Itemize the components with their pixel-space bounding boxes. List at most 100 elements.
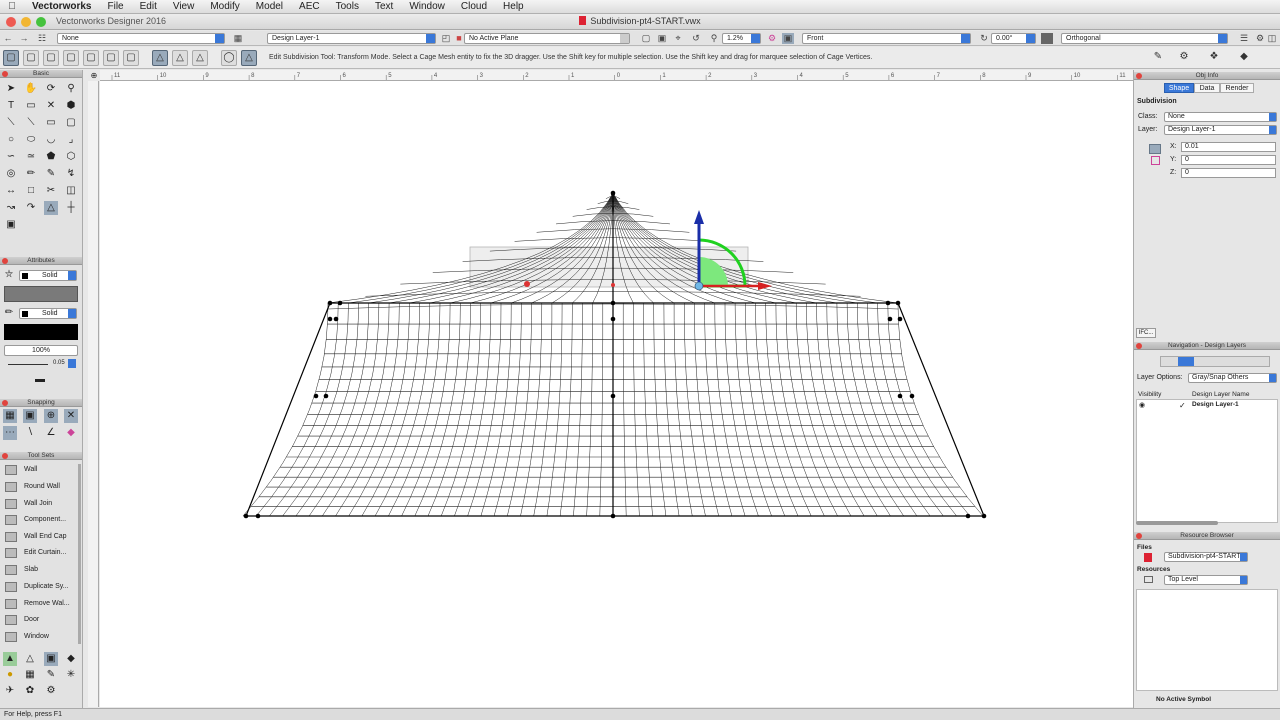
resource-list[interactable] [1136, 589, 1278, 691]
tab-shape[interactable]: Shape [1164, 83, 1194, 93]
opacity-field[interactable]: 100% [4, 345, 78, 356]
flyover-icon[interactable]: ✎ [1150, 50, 1166, 66]
line-tool-icon[interactable]: ⟍ [4, 116, 18, 130]
position-anchor-icon[interactable] [1151, 156, 1160, 165]
close-icon[interactable] [2, 453, 8, 459]
spiral-tool-icon[interactable]: ◎ [4, 167, 18, 181]
z-field[interactable]: 0 [1181, 168, 1276, 178]
fit-icon[interactable]: ▣ [656, 33, 668, 44]
close-icon[interactable] [1136, 343, 1142, 349]
reshape-tool-icon[interactable]: ↯ [64, 167, 78, 181]
design-layer-row-name[interactable]: Design Layer-1 [1192, 401, 1239, 408]
snap-to-intersection-icon[interactable]: ✕ [64, 409, 78, 423]
zoom-extents-icon[interactable]: ⌖ [672, 33, 684, 44]
rotation-field[interactable]: 0.00° [991, 33, 1036, 44]
tool-round-wall[interactable]: Round Wall [2, 479, 76, 495]
page-icon[interactable]: ▢ [640, 33, 652, 44]
connect-tool-icon[interactable]: ┼ [64, 201, 78, 215]
3d-box-position-icon[interactable] [1149, 144, 1161, 154]
layer-select[interactable]: Design Layer-1 [267, 33, 436, 44]
quarter-arc-tool-icon[interactable]: ⌟ [64, 133, 78, 147]
folder-select[interactable]: Top Level [1164, 575, 1248, 585]
smart-edge-icon[interactable]: ∖ [23, 426, 37, 440]
edit-subdivision-tool-icon[interactable]: △ [44, 201, 58, 215]
toolset-furniture-icon[interactable]: ▦ [23, 668, 37, 682]
previous-view-icon[interactable]: ↺ [690, 33, 702, 44]
tool-component[interactable]: Component... [2, 512, 76, 528]
zoom-icon[interactable]: ⚲ [708, 33, 720, 44]
dragger-center-handle[interactable] [694, 281, 704, 291]
tool-slab[interactable]: Slab [2, 562, 76, 578]
snap-icon[interactable]: ❖ [1206, 50, 1222, 66]
oval-tool-icon[interactable]: ⬭ [24, 133, 38, 147]
y-field[interactable]: 0 [1181, 155, 1276, 165]
tool-duplicate-symbol[interactable]: Duplicate Sy... [2, 579, 76, 595]
menu-cloud[interactable]: Cloud [453, 0, 495, 14]
z-axis-arrow-icon[interactable] [694, 210, 704, 224]
tab-design-layers[interactable] [1178, 357, 1194, 366]
snap-to-angle-icon[interactable]: ⊕ [44, 409, 58, 423]
menu-aec[interactable]: AEC [291, 0, 328, 14]
close-icon[interactable] [2, 71, 8, 77]
close-icon[interactable] [1136, 533, 1142, 539]
dimension-tool-icon[interactable]: ↔ [4, 184, 18, 198]
apple-menu-icon[interactable]:  [0, 1, 24, 12]
constrained-dim-tool-icon[interactable]: □ [24, 184, 38, 198]
zoom-field[interactable]: 1.2% [722, 33, 761, 44]
ruler-origin-icon[interactable]: ⊕ [89, 71, 99, 81]
navigation-scrollbar[interactable] [1136, 521, 1218, 525]
tool-door[interactable]: Door [2, 612, 76, 628]
menu-text[interactable]: Text [367, 0, 401, 14]
pen-color-swatch[interactable] [4, 324, 78, 340]
obj-class-select[interactable]: None [1164, 112, 1277, 122]
circle-tool-icon[interactable]: ○ [4, 133, 18, 147]
flyover-tool-icon[interactable]: ⟳ [44, 82, 58, 96]
cube-mode-button-6[interactable]: ▢ [103, 50, 119, 66]
fill-style-select[interactable]: Solid [19, 270, 77, 281]
tool-sets-scrollbar[interactable] [78, 464, 81, 644]
toolset-site-icon[interactable]: △ [23, 652, 37, 666]
tool-wall-join[interactable]: Wall Join [2, 496, 76, 512]
freehand-tool-icon[interactable]: ∽ [4, 150, 18, 164]
rounded-rect-tool-icon[interactable]: ▢ [64, 116, 78, 130]
tool-wall[interactable]: Wall [2, 462, 76, 478]
arc-tool-icon[interactable]: ◡ [44, 133, 58, 147]
3d-locus-tool-icon[interactable]: ⬢ [64, 99, 78, 113]
ifc-button[interactable]: IFC... [1136, 328, 1156, 338]
window-panes-icon[interactable]: ◫ [1266, 33, 1278, 44]
line-weight-dropdown[interactable] [68, 359, 76, 368]
toolset-fasteners-icon[interactable]: ⚙ [44, 684, 58, 698]
mesh-mode-button[interactable]: △ [241, 50, 257, 66]
toolset-site-planning-icon[interactable]: ✿ [23, 684, 37, 698]
layer-icon[interactable]: ▦ [232, 33, 244, 44]
cube-mode-button-1[interactable]: ▢ [3, 50, 19, 66]
arrowhead-icon[interactable]: ▬ [33, 373, 47, 387]
pen-style-select[interactable]: Solid [19, 308, 77, 319]
offset-tool-icon[interactable]: ↝ [4, 201, 18, 215]
plane-icon[interactable]: ◰ [440, 33, 452, 44]
menu-edit[interactable]: Edit [132, 0, 165, 14]
class-select[interactable]: None [57, 33, 225, 44]
settings-icon[interactable]: ⚙ [1254, 33, 1266, 44]
saved-views-icon[interactable]: ☰ [1238, 33, 1250, 44]
file-select[interactable]: Subdivision-pt4-START [1164, 552, 1248, 562]
obj-layer-select[interactable]: Design Layer-1 [1164, 125, 1277, 135]
callout-tool-icon[interactable]: ▭ [24, 99, 38, 113]
fill-color-swatch[interactable] [4, 286, 78, 302]
toolset-building-shell-icon[interactable]: ▲ [3, 652, 17, 666]
tab-render[interactable]: Render [1220, 83, 1254, 93]
projection-select[interactable]: Orthogonal [1061, 33, 1228, 44]
eye-icon[interactable]: ◉ [1139, 401, 1145, 409]
back-arrow-icon[interactable]: ← [2, 33, 14, 44]
pan-tool-icon[interactable]: ✋ [24, 82, 38, 96]
toolset-visualization-icon[interactable]: ◆ [64, 652, 78, 666]
cube-mode-button-7[interactable]: ▢ [123, 50, 139, 66]
tool-edit-curtain[interactable]: Edit Curtain... [2, 545, 76, 561]
projection-icon[interactable] [1041, 33, 1053, 44]
workplane-icon[interactable]: ◆ [1236, 50, 1252, 66]
cube-mode-button-4[interactable]: ▢ [63, 50, 79, 66]
transform-mode-button[interactable]: △ [152, 50, 168, 66]
gear-icon[interactable]: ⚙ [1176, 50, 1192, 66]
menu-window[interactable]: Window [401, 0, 453, 14]
menu-modify[interactable]: Modify [202, 0, 247, 14]
